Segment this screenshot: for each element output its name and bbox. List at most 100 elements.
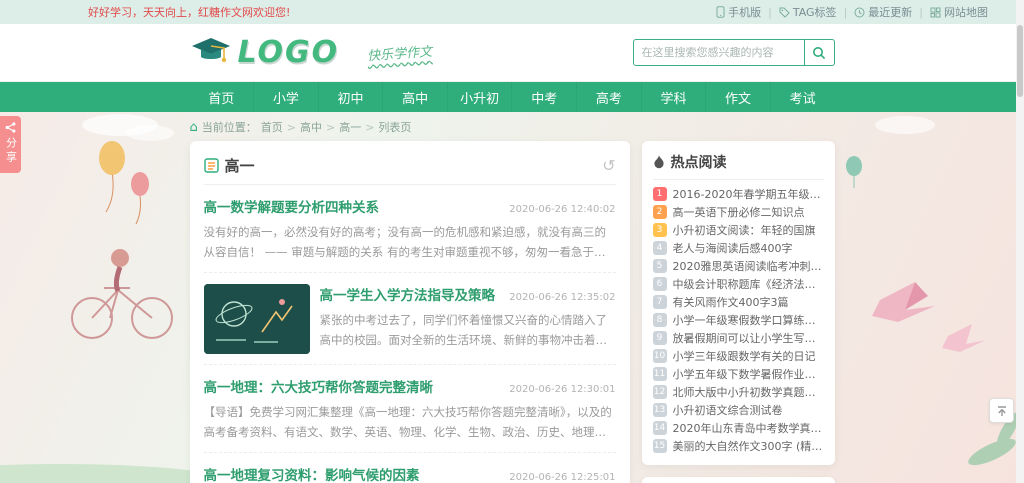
article-item: 高一地理：六大技巧帮你答题完整清晰 2020-06-26 12:30:01 【导…: [204, 365, 616, 453]
rank-badge: 8: [653, 313, 667, 327]
hot-item-title: 北师大版中小升初数学真题汇编: [673, 384, 824, 400]
window-scrollbar: [1016, 0, 1024, 483]
share-icon: [5, 122, 16, 133]
header: LOGO 快乐学作文: [0, 24, 1024, 82]
logo-text: LOGO: [238, 35, 340, 70]
hot-list-item[interactable]: 8小学一年级寒假数学口算练习题三篇: [653, 311, 824, 329]
hot-list-item[interactable]: 13小升初语文综合测试卷: [653, 401, 824, 419]
hot-item-title: 美丽的大自然作文300字 (精选3篇): [673, 438, 824, 454]
article-date: 2020-06-26 12:25:01: [509, 472, 615, 483]
hot-list-item[interactable]: 15美丽的大自然作文300字 (精选3篇): [653, 437, 824, 455]
hot-item-title: 有关风雨作文400字3篇: [673, 294, 789, 310]
hot-card-title: 热点阅读: [671, 152, 727, 172]
sitemap-link[interactable]: 网站地图: [930, 4, 988, 20]
hot-list-item[interactable]: 142020年山东青岛中考数学真题 (已公布): [653, 419, 824, 437]
tag-link-label: TAG标签: [793, 4, 837, 20]
graduation-cap-icon: [190, 35, 232, 71]
article-item: 高一数学解题要分析四种关系 2020-06-26 12:40:02 没有好的高一…: [204, 185, 616, 273]
hot-list-item[interactable]: 6中级会计职称题库《经济法》检测题: [653, 275, 824, 293]
hot-item-title: 高一英语下册必修二知识点: [673, 204, 805, 220]
hot-item-title: 小升初语文综合测试卷: [673, 402, 783, 418]
article-summary: 没有好的高一，必然没有好的高考；没有高一的危机感和紧迫感，就没有高三的从容自信！…: [204, 223, 616, 262]
hot-item-title: 2016-2020年春学期五年级语文下期末模拟: [673, 186, 824, 202]
mobile-version-link[interactable]: 手机版: [716, 4, 761, 20]
slogan-text: 快乐学作文: [367, 41, 433, 64]
nav-item-zhongkao[interactable]: 中考: [512, 82, 577, 112]
rank-badge: 11: [653, 367, 667, 381]
phone-icon: [716, 6, 725, 18]
scrollbar-thumb[interactable]: [1017, 25, 1023, 97]
rank-badge: 1: [653, 187, 667, 201]
hot-list-item[interactable]: 1 2016-2020年春学期五年级语文下期末模拟: [653, 185, 824, 203]
article-item: 高一地理复习资料：影响气候的因素 2020-06-26 12:25:01 【导语…: [204, 453, 616, 483]
nav-item-exams[interactable]: 考试: [771, 82, 835, 112]
hot-item-title: 2020年山东青岛中考数学真题 (已公布): [673, 420, 824, 436]
arrow-up-icon: [996, 405, 1008, 417]
article-title-link[interactable]: 高一数学解题要分析四种关系: [204, 196, 380, 216]
hot-list-item[interactable]: 9放暑假期间可以让小学生写的三年级英语作文100字: [653, 329, 824, 347]
hot-card-header: 热点阅读: [653, 149, 824, 180]
breadcrumb: ⌂ 当前位置： 首页 > 高中 > 高一 > 列表页: [190, 119, 835, 135]
share-label: 分享: [3, 137, 19, 165]
nav-item-subjects[interactable]: 学科: [642, 82, 707, 112]
breadcrumb-senior[interactable]: 高中: [300, 119, 322, 135]
nav-item-composition[interactable]: 作文: [706, 82, 771, 112]
list-card-header: 高一 ↺: [204, 151, 616, 185]
search-button[interactable]: [805, 39, 835, 66]
search-input[interactable]: [633, 39, 805, 66]
breadcrumb-current: 列表页: [378, 119, 411, 135]
article-date: 2020-06-26 12:40:02: [509, 204, 615, 215]
hot-list-item[interactable]: 7 有关风雨作文400字3篇: [653, 293, 824, 311]
rank-badge: 10: [653, 349, 667, 363]
article-date: 2020-06-26 12:30:01: [509, 384, 615, 395]
topbar-links: 手机版 | TAG标签 | 最近更新 | 网站地图: [716, 4, 988, 20]
article-thumbnail[interactable]: [204, 284, 310, 354]
hot-list-item[interactable]: 52020雅思英语阅读临考冲刺试题附答案: [653, 257, 824, 275]
breadcrumb-gaoyi[interactable]: 高一: [339, 119, 361, 135]
tag-link[interactable]: TAG标签: [779, 4, 837, 20]
nav-item-senior[interactable]: 高中: [383, 82, 448, 112]
article-item: 高一学生入学方法指导及策略 2020-06-26 12:35:02 紧张的中考过…: [204, 273, 616, 365]
site-logo[interactable]: LOGO: [190, 35, 340, 71]
hot-list-item[interactable]: 3小升初语文阅读：年轻的国旗: [653, 221, 824, 239]
share-tab[interactable]: 分享: [0, 116, 21, 173]
rank-badge: 5: [653, 259, 667, 273]
main-nav: 首页 小学 初中 高中 小升初 中考 高考 学科 作文 考试: [0, 82, 1024, 112]
back-to-top-button[interactable]: [989, 398, 1014, 423]
nav-item-primary[interactable]: 小学: [254, 82, 319, 112]
nav-item-gaokao[interactable]: 高考: [577, 82, 642, 112]
nav-item-junior[interactable]: 初中: [319, 82, 384, 112]
list-icon: [204, 158, 219, 173]
breadcrumb-separator: >: [326, 121, 335, 134]
rank-badge: 7: [653, 295, 667, 309]
hot-list-item[interactable]: 2 高一英语下册必修二知识点: [653, 203, 824, 221]
rank-badge: 2: [653, 205, 667, 219]
article-title-link[interactable]: 高一学生入学方法指导及策略: [320, 284, 496, 304]
separator: |: [768, 6, 772, 19]
hot-list-item[interactable]: 11 小学五年级下数学暑假作业答案【20-61】: [653, 365, 824, 383]
search-bar: [633, 39, 835, 66]
nav-item-home[interactable]: 首页: [190, 82, 255, 112]
recent-updates-label: 最近更新: [868, 4, 912, 20]
article-title-link[interactable]: 高一地理复习资料：影响气候的因素: [204, 464, 420, 483]
clock-icon: [854, 7, 865, 18]
nav-item-xiaoshengchu[interactable]: 小升初: [448, 82, 513, 112]
breadcrumb-prefix: 当前位置：: [202, 119, 257, 135]
recent-updates-link[interactable]: 最近更新: [854, 4, 912, 20]
hot-item-title: 老人与海阅读后感400字: [673, 240, 793, 256]
hot-item-title: 小学五年级下数学暑假作业答案【20-61】: [673, 366, 824, 382]
flame-icon: [653, 155, 665, 169]
hot-list-item[interactable]: 12北师大版中小升初数学真题汇编: [653, 383, 824, 401]
hot-list-item[interactable]: 10小学三年级跟数学有关的日记: [653, 347, 824, 365]
refresh-icon[interactable]: ↺: [602, 158, 615, 174]
article-list-card: 高一 ↺ 高一数学解题要分析四种关系 2020-06-26 12:40:02 没…: [190, 141, 630, 483]
article-date: 2020-06-26 12:35:02: [509, 292, 615, 303]
separator: |: [844, 6, 848, 19]
breadcrumb-separator: >: [365, 121, 374, 134]
list-title: 高一: [225, 155, 255, 176]
recommend-reading-card: 推荐阅读 1最欣赏的人作文400字 (精选3篇) 2关于感恩的中考满分作文600…: [642, 477, 835, 483]
breadcrumb-home[interactable]: 首页: [261, 119, 283, 135]
article-title-link[interactable]: 高一地理：六大技巧帮你答题完整清晰: [204, 376, 434, 396]
hot-list-item[interactable]: 4老人与海阅读后感400字: [653, 239, 824, 257]
sitemap-icon: [930, 7, 941, 18]
